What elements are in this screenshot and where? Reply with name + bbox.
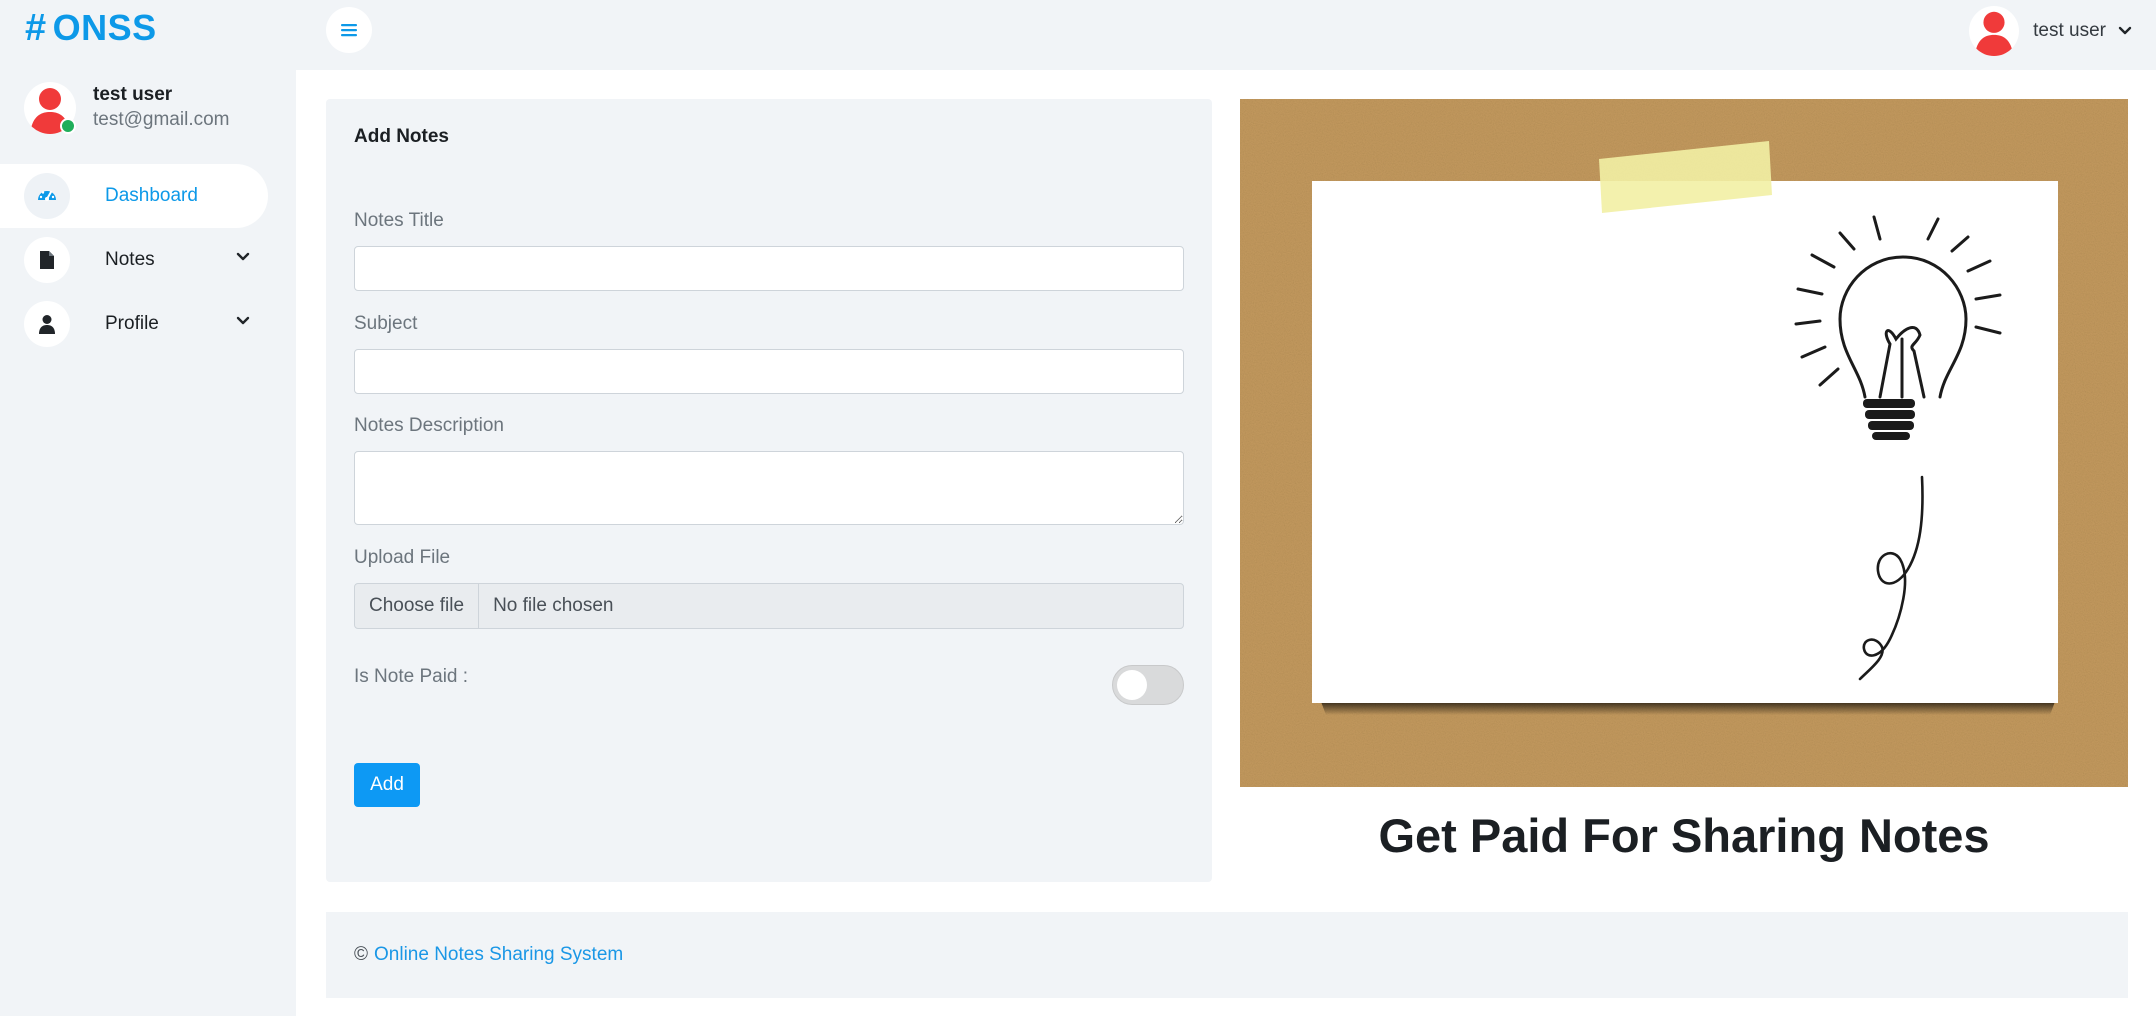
user-avatar-icon (1974, 11, 2014, 56)
is-note-paid-label: Is Note Paid : (354, 666, 469, 687)
brand-name: ONSS (52, 7, 157, 48)
header-user-menu[interactable]: test user (1969, 6, 2132, 56)
hash-icon: # (25, 6, 47, 49)
corkboard-lightbulb-image (1240, 99, 2128, 787)
speedometer-icon (24, 173, 70, 219)
notes-illustration (1240, 99, 2128, 787)
card-title: Add Notes (354, 126, 449, 147)
is-note-paid-toggle[interactable] (1112, 665, 1184, 705)
sidebar: # ONSS test user test@gmail.com Dashboar… (0, 0, 296, 1016)
user-icon (24, 301, 70, 347)
choose-file-button[interactable]: Choose file (355, 584, 480, 628)
chevron-down-icon (2118, 26, 2132, 35)
subject-label: Subject (354, 313, 418, 334)
sidebar-user: test user test@gmail.com (24, 82, 230, 134)
upload-file-label: Upload File (354, 547, 451, 568)
copyright-symbol: © (354, 944, 368, 965)
chevron-down-icon (236, 316, 250, 325)
file-icon (24, 237, 70, 283)
sidebar-item-label: Dashboard (105, 185, 198, 206)
top-header: test user (296, 0, 2156, 70)
avatar (1969, 6, 2020, 56)
toggle-knob (1117, 670, 1147, 700)
file-upload-input[interactable]: Choose file No file chosen (354, 583, 1184, 629)
notes-title-label: Notes Title (354, 210, 444, 231)
add-notes-card: Add Notes Notes Title Subject Notes Desc… (326, 99, 1212, 882)
file-status-text: No file chosen (493, 595, 614, 616)
menu-toggle-button[interactable] (326, 7, 372, 53)
sidebar-item-notes[interactable]: Notes (0, 228, 296, 292)
sidebar-item-label: Profile (105, 313, 159, 334)
footer-site-link[interactable]: Online Notes Sharing System (374, 944, 623, 966)
sidebar-user-name: test user (93, 84, 173, 105)
notes-description-textarea[interactable] (354, 451, 1184, 525)
sidebar-user-email: test@gmail.com (93, 109, 230, 130)
sidebar-item-profile[interactable]: Profile (0, 292, 296, 356)
add-button[interactable]: Add (354, 763, 420, 807)
footer: © Online Notes Sharing System (326, 912, 2128, 998)
sidebar-nav: Dashboard Notes Profile (0, 164, 296, 356)
subject-input[interactable] (354, 349, 1184, 394)
chevron-down-icon (236, 252, 250, 261)
header-user-name: test user (2033, 20, 2106, 41)
brand-logo[interactable]: # ONSS (25, 6, 157, 50)
notes-description-label: Notes Description (354, 415, 504, 436)
promo-title: Get Paid For Sharing Notes (1378, 809, 1990, 862)
sidebar-item-label: Notes (105, 249, 155, 270)
online-status-dot (60, 118, 76, 134)
hamburger-icon (341, 24, 357, 37)
notes-title-input[interactable] (354, 246, 1184, 291)
sidebar-item-dashboard[interactable]: Dashboard (0, 164, 268, 228)
